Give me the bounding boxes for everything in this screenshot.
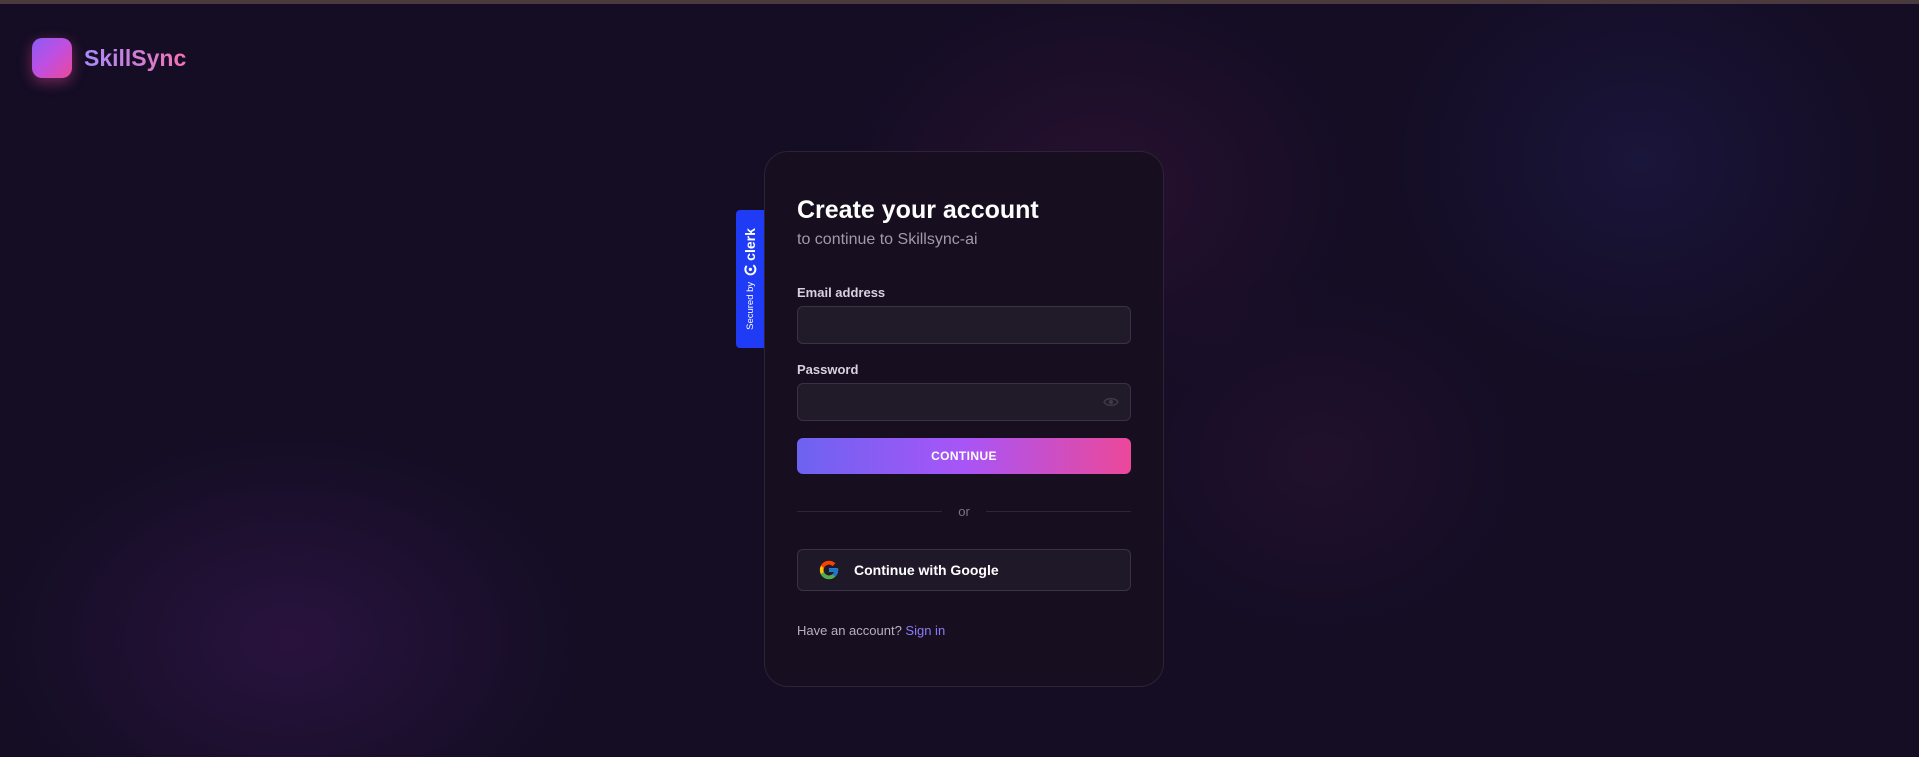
password-field[interactable] [797,383,1131,421]
clerk-wordmark: clerk [742,228,759,261]
sign-in-link[interactable]: Sign in [905,623,945,638]
sign-up-card: Create your account to continue to Skill… [764,151,1164,687]
card-subtitle: to continue to Skillsync-ai [797,231,978,248]
divider-line-left [797,511,943,512]
card-title: Create your account [797,196,1039,224]
google-icon [819,560,839,580]
or-divider: or [797,504,1131,519]
app-logo [32,38,72,78]
continue-with-google-button[interactable]: Continue with Google [797,549,1131,591]
divider-line-right [985,511,1131,512]
secured-by-clerk-badge[interactable]: Secured by clerk [736,210,764,348]
eye-icon[interactable] [1103,395,1119,409]
email-label: Email address [797,285,886,300]
divider-text: or [958,504,970,519]
secured-by-label: Secured by [744,281,756,330]
continue-button[interactable]: CONTINUE [797,438,1131,474]
google-button-label: Continue with Google [854,562,999,578]
password-label: Password [797,362,859,377]
clerk-mark-icon [743,263,757,276]
clerk-logo: clerk [742,228,758,276]
top-edge-strip [0,0,1919,4]
sign-in-prompt: Have an account? Sign in [797,623,1131,638]
sign-in-prompt-text: Have an account? [797,623,902,638]
brand-header[interactable]: SkillSync [32,38,186,78]
email-field[interactable] [797,306,1131,344]
app-name: SkillSync [84,44,187,71]
